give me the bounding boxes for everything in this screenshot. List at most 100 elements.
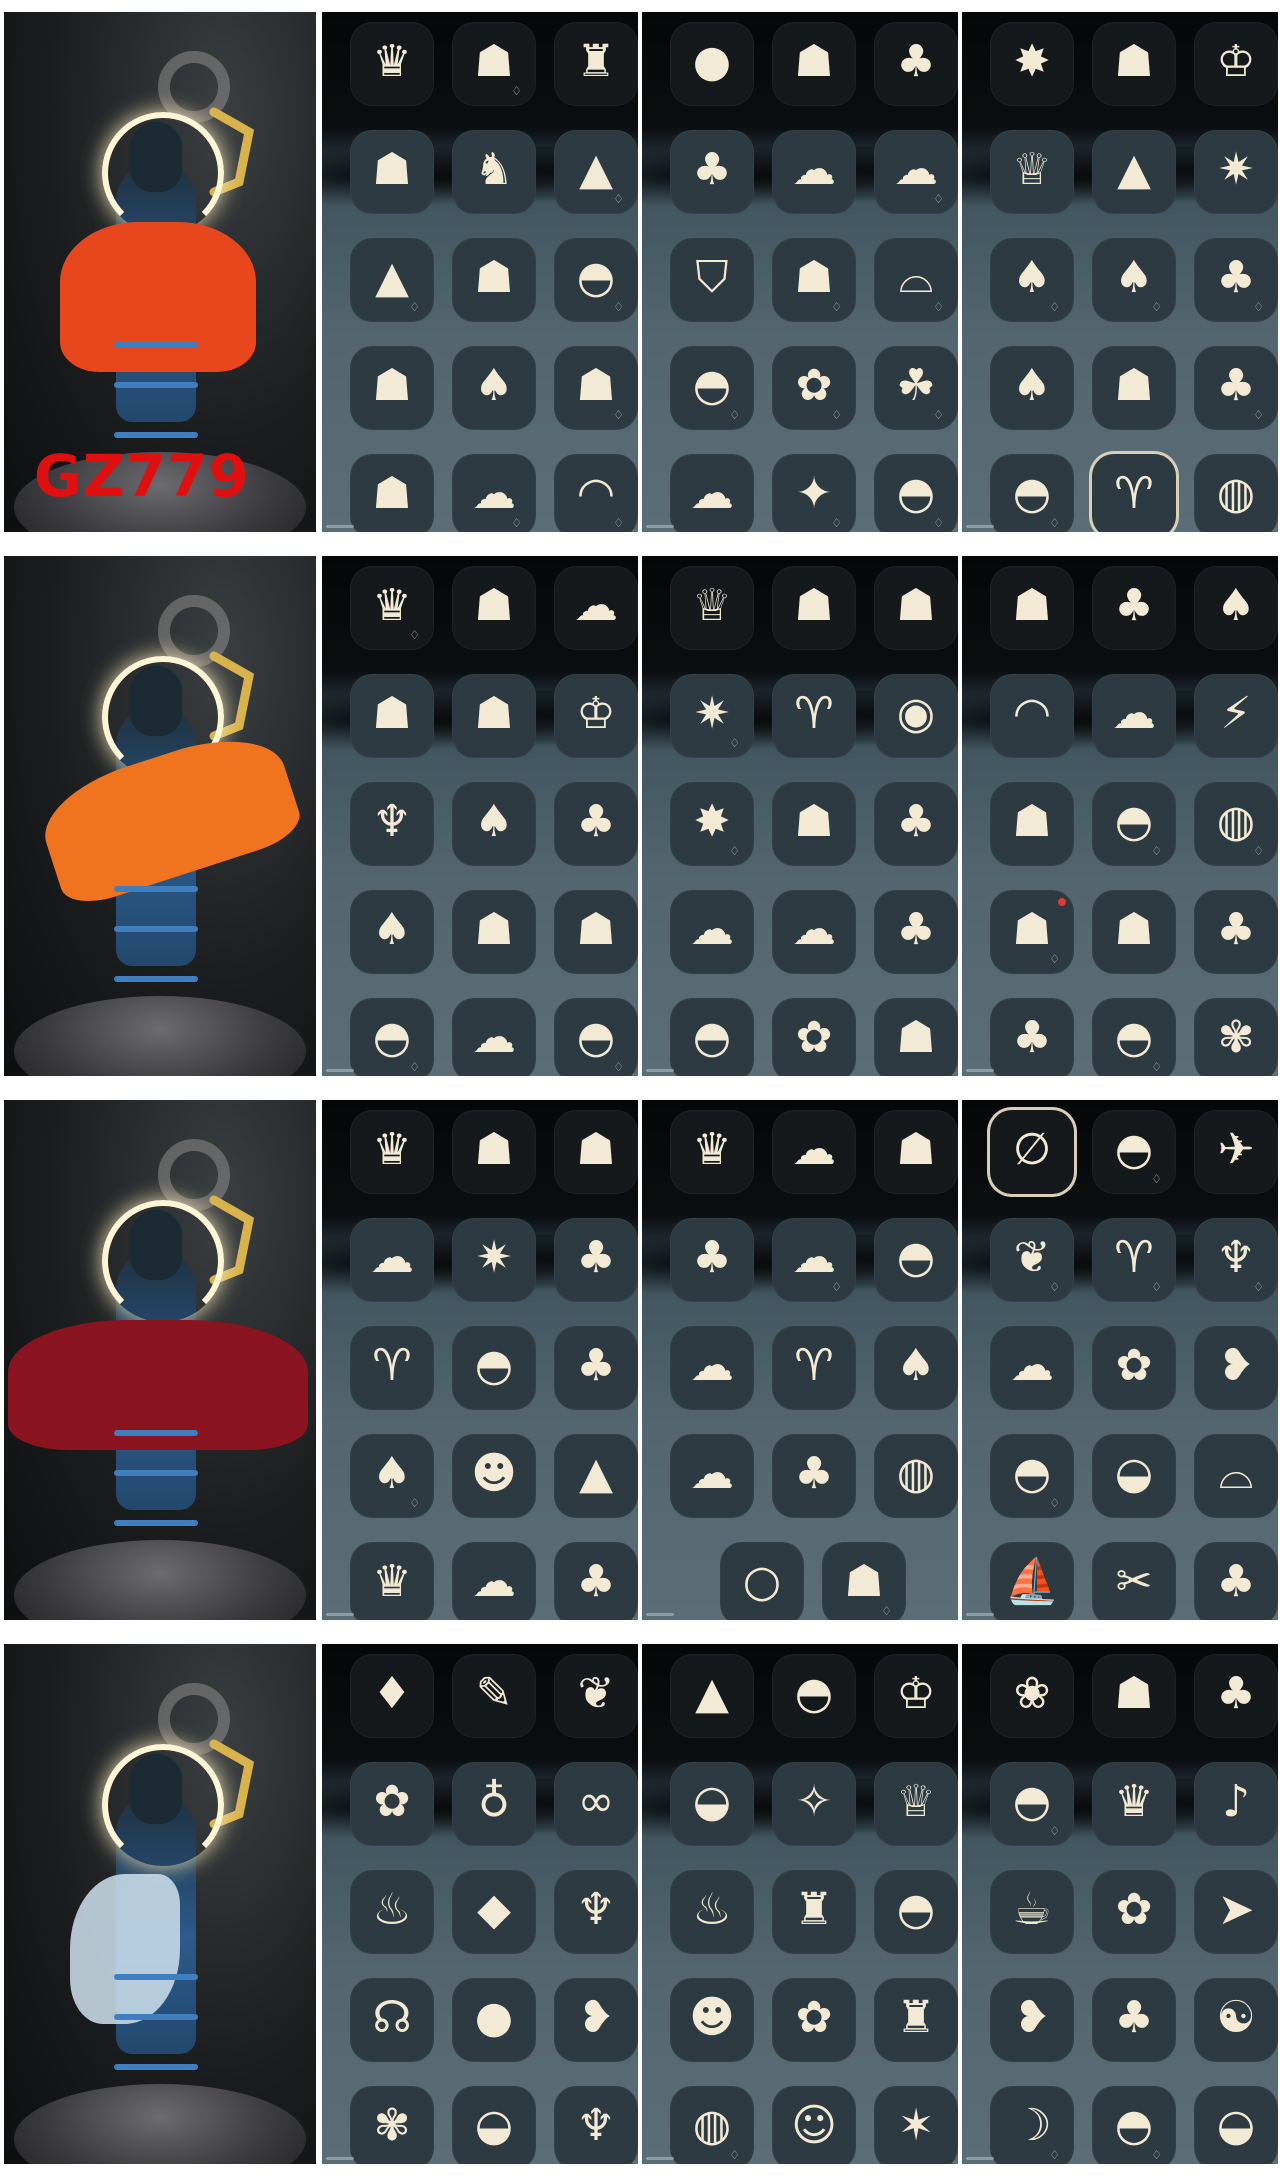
item-slot[interactable]: ◒ xyxy=(1092,1434,1176,1518)
item-slot[interactable]: ♣ ♢ xyxy=(1194,346,1278,430)
item-slot[interactable]: ♣ xyxy=(670,1218,754,1302)
item-slot[interactable]: ◒ xyxy=(452,2086,536,2164)
item-slot[interactable]: ◓ xyxy=(670,998,754,1076)
item-slot[interactable]: ☗ xyxy=(990,566,1074,650)
item-slot[interactable]: ♣ xyxy=(772,1434,856,1518)
item-slot[interactable]: ▲ xyxy=(1092,130,1176,214)
item-slot[interactable]: ♣ xyxy=(1194,890,1278,974)
item-slot[interactable]: ☁ xyxy=(1092,674,1176,758)
item-slot[interactable]: ♣ xyxy=(990,998,1074,1076)
item-slot[interactable]: ☁ xyxy=(990,1326,1074,1410)
item-slot[interactable]: ♣ xyxy=(874,22,958,106)
item-slot[interactable]: ♜ xyxy=(772,1870,856,1954)
item-slot[interactable]: ☗ xyxy=(554,1110,638,1194)
item-slot[interactable]: ♨ xyxy=(670,1870,754,1954)
item-slot[interactable]: ☺ xyxy=(772,2086,856,2164)
item-slot[interactable]: ✿ xyxy=(1092,1870,1176,1954)
item-slot[interactable]: ♆ ♢ xyxy=(1194,1218,1278,1302)
item-slot[interactable]: ♣ xyxy=(1092,1978,1176,2062)
item-slot[interactable]: ☗ xyxy=(554,890,638,974)
item-slot[interactable]: ♠ xyxy=(874,1326,958,1410)
item-slot[interactable]: ☗ xyxy=(772,782,856,866)
item-slot[interactable]: ☗ xyxy=(350,454,434,532)
item-slot[interactable]: ♈ ♢ xyxy=(1092,1218,1176,1302)
item-slot[interactable]: ☗ xyxy=(1092,22,1176,106)
item-slot[interactable]: ● xyxy=(452,1978,536,2062)
item-slot[interactable]: ♜ xyxy=(554,22,638,106)
item-slot[interactable]: ✾ xyxy=(350,2086,434,2164)
item-slot[interactable]: ☗ xyxy=(772,566,856,650)
item-slot[interactable]: ☗ xyxy=(874,566,958,650)
item-slot[interactable]: ☗ xyxy=(452,1110,536,1194)
item-slot[interactable]: ▲ ♢ xyxy=(554,130,638,214)
item-slot[interactable]: ♕ xyxy=(670,566,754,650)
item-slot[interactable]: ☕ xyxy=(990,1870,1074,1954)
item-slot[interactable]: ☯ xyxy=(1194,1978,1278,2062)
item-slot[interactable]: ♠ ♢ xyxy=(350,1434,434,1518)
item-slot[interactable]: ☗ ♢ xyxy=(822,1542,906,1620)
item-slot[interactable]: ♕ xyxy=(874,1762,958,1846)
item-slot[interactable]: ◍ ♢ xyxy=(670,2086,754,2164)
item-slot[interactable]: ♜ xyxy=(874,1978,958,2062)
item-slot[interactable]: ♣ xyxy=(874,890,958,974)
item-slot[interactable]: ♞ xyxy=(452,130,536,214)
item-slot[interactable]: ☗ ♢ xyxy=(554,346,638,430)
item-slot[interactable]: ☗ xyxy=(990,782,1074,866)
item-slot[interactable]: ◓ xyxy=(452,1326,536,1410)
item-slot[interactable]: ◉ xyxy=(874,674,958,758)
scrollbar[interactable] xyxy=(326,525,354,528)
item-slot[interactable]: ✷ ♢ xyxy=(670,674,754,758)
item-slot[interactable]: ☁ xyxy=(452,998,536,1076)
item-slot[interactable]: ▲ xyxy=(554,1434,638,1518)
item-slot[interactable]: ✈ xyxy=(1194,1110,1278,1194)
item-slot[interactable]: ❦ xyxy=(554,1654,638,1738)
item-slot[interactable]: ∞ xyxy=(554,1762,638,1846)
item-slot[interactable]: ♛ xyxy=(350,1110,434,1194)
item-slot[interactable]: ♔ xyxy=(554,674,638,758)
item-slot[interactable]: ☽ ♢ xyxy=(990,2086,1074,2164)
item-slot[interactable]: ♈ xyxy=(1092,454,1176,532)
item-slot[interactable]: ☗ ♢ xyxy=(452,22,536,106)
item-slot[interactable]: ♕ xyxy=(990,130,1074,214)
item-slot[interactable]: ♔ xyxy=(1194,22,1278,106)
scrollbar[interactable] xyxy=(966,525,994,528)
item-slot[interactable]: ✶ xyxy=(874,2086,958,2164)
item-slot[interactable]: ☁ xyxy=(350,1218,434,1302)
item-slot[interactable]: ☗ xyxy=(772,22,856,106)
item-slot[interactable]: ◓ xyxy=(874,1870,958,1954)
item-slot[interactable]: ♣ xyxy=(554,1218,638,1302)
item-slot[interactable]: ◓ ♢ xyxy=(554,238,638,322)
item-slot[interactable]: ♠ ♢ xyxy=(990,238,1074,322)
item-slot[interactable]: ◠ ♢ xyxy=(554,454,638,532)
item-slot[interactable]: ◓ ♢ xyxy=(670,346,754,430)
item-slot[interactable]: ☗ xyxy=(452,674,536,758)
scrollbar[interactable] xyxy=(966,1069,994,1072)
item-slot[interactable]: ☁ xyxy=(670,1434,754,1518)
item-slot[interactable]: ♈ xyxy=(772,1326,856,1410)
item-slot[interactable]: ♣ xyxy=(1092,566,1176,650)
item-slot[interactable]: ♈ xyxy=(350,1326,434,1410)
item-slot[interactable]: ♛ ♢ xyxy=(350,566,434,650)
item-slot[interactable]: ◆ xyxy=(452,1870,536,1954)
item-slot[interactable]: ♣ xyxy=(554,782,638,866)
item-slot[interactable]: ◓ ♢ xyxy=(990,1434,1074,1518)
item-slot[interactable]: ♣ xyxy=(1194,1654,1278,1738)
item-slot[interactable]: ♣ xyxy=(554,1326,638,1410)
scrollbar[interactable] xyxy=(326,2157,354,2160)
item-slot[interactable]: ◓ ♢ xyxy=(1092,1110,1176,1194)
item-slot[interactable]: ⌓ ♢ xyxy=(874,238,958,322)
item-slot[interactable]: ☁ xyxy=(772,890,856,974)
item-slot[interactable]: ♣ xyxy=(1194,1542,1278,1620)
item-slot[interactable]: ♆ xyxy=(554,2086,638,2164)
item-slot[interactable]: ☗ xyxy=(874,998,958,1076)
item-slot[interactable]: ☁ xyxy=(772,130,856,214)
item-slot[interactable]: ✿ xyxy=(1092,1326,1176,1410)
item-slot[interactable]: ♠ ♢ xyxy=(1092,238,1176,322)
scrollbar[interactable] xyxy=(966,2157,994,2160)
item-slot[interactable]: ♛ xyxy=(1092,1762,1176,1846)
item-slot[interactable]: ◓ xyxy=(874,1218,958,1302)
item-slot[interactable]: ➤ xyxy=(1194,1870,1278,1954)
item-slot[interactable]: ☘ ♢ xyxy=(874,346,958,430)
scrollbar[interactable] xyxy=(646,2157,674,2160)
item-slot[interactable]: ✿ ♢ xyxy=(772,346,856,430)
